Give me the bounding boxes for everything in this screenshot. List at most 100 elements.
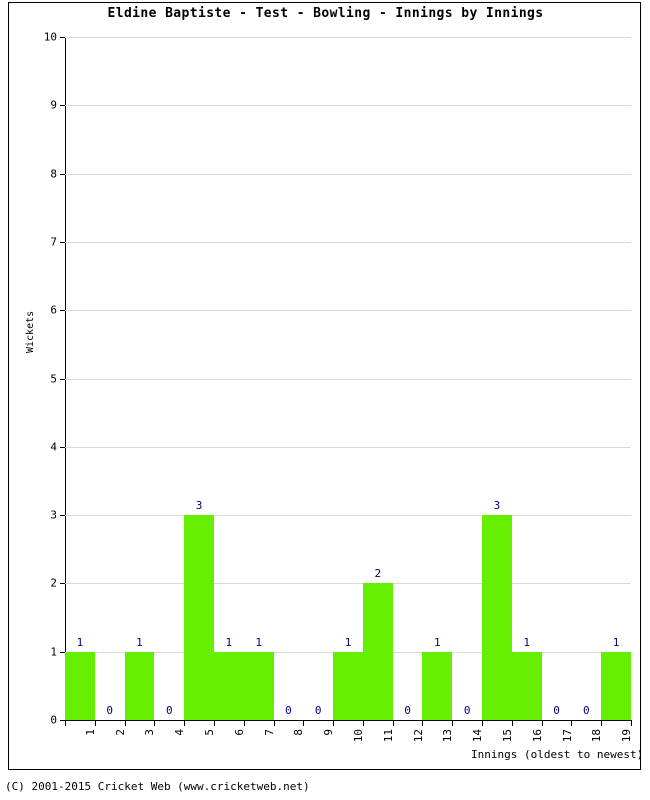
bar-value-label: 1 bbox=[523, 635, 531, 649]
x-tick-label: 4 bbox=[173, 729, 187, 736]
bar-value-label: 0 bbox=[583, 704, 590, 717]
x-tick-label: 3 bbox=[143, 729, 157, 736]
x-tick-label: 16 bbox=[530, 729, 544, 743]
y-tick-label: 3 bbox=[50, 508, 57, 522]
page-title: Eldine Baptiste - Test - Bowling - Innin… bbox=[107, 6, 544, 21]
x-tick-mark bbox=[482, 721, 484, 726]
y-tick-mark bbox=[60, 583, 65, 585]
chart-page: Eldine Baptiste - Test - Bowling - Innin… bbox=[0, 0, 650, 800]
bar-value-label: 0 bbox=[285, 704, 292, 717]
y-tick-mark bbox=[60, 515, 65, 517]
x-tick-label: 6 bbox=[232, 729, 246, 736]
x-tick-mark bbox=[333, 721, 335, 726]
bar bbox=[601, 651, 631, 720]
bar-value-label: 0 bbox=[404, 704, 411, 717]
x-tick-label: 15 bbox=[500, 729, 514, 743]
bar-value-label: 2 bbox=[374, 567, 382, 581]
bar bbox=[243, 651, 274, 720]
x-tick-mark bbox=[452, 721, 454, 726]
y-tick-label: 2 bbox=[50, 576, 57, 590]
bar-value-label: 3 bbox=[493, 499, 501, 513]
bar-value-label: 1 bbox=[434, 635, 441, 649]
x-tick-mark bbox=[392, 721, 394, 726]
y-tick-mark bbox=[60, 37, 65, 38]
bar-value-label: 0 bbox=[165, 704, 173, 717]
x-tick-label: 14 bbox=[471, 729, 485, 743]
x-tick-mark bbox=[422, 721, 424, 726]
bar-value-label: 1 bbox=[612, 635, 620, 649]
gridline bbox=[65, 37, 631, 38]
bar bbox=[333, 651, 363, 720]
y-tick-label: 6 bbox=[50, 303, 57, 317]
x-tick-label: 17 bbox=[560, 729, 574, 743]
gridline bbox=[65, 378, 631, 380]
y-tick-mark bbox=[60, 310, 65, 312]
bar bbox=[511, 651, 542, 720]
x-tick-mark bbox=[511, 721, 513, 726]
x-tick-label: 8 bbox=[292, 729, 306, 736]
bar bbox=[213, 651, 244, 720]
x-tick-label: 18 bbox=[590, 729, 604, 743]
x-tick-label: 1 bbox=[83, 729, 97, 736]
y-tick-label: 8 bbox=[50, 167, 57, 181]
bar-value-label: 1 bbox=[76, 635, 84, 649]
x-tick-mark bbox=[631, 721, 632, 726]
gridline bbox=[65, 446, 631, 448]
y-tick-label: 1 bbox=[50, 645, 57, 659]
y-tick-mark bbox=[60, 241, 65, 243]
bar-value-label: 0 bbox=[106, 704, 113, 717]
bar-value-label: 3 bbox=[195, 499, 203, 513]
bar-value-label: 0 bbox=[314, 704, 322, 717]
x-tick-mark bbox=[303, 721, 305, 726]
x-tick-mark bbox=[184, 721, 186, 726]
x-tick-label: 11 bbox=[381, 729, 395, 743]
bar bbox=[422, 651, 453, 720]
bar-value-label: 1 bbox=[344, 635, 352, 649]
x-tick-label: 12 bbox=[411, 729, 425, 743]
y-tick-mark bbox=[60, 173, 65, 175]
y-tick-label: 0 bbox=[50, 713, 57, 727]
bar bbox=[482, 515, 512, 720]
gridline bbox=[65, 105, 631, 107]
gridline bbox=[65, 241, 631, 243]
x-tick-mark bbox=[213, 721, 215, 726]
bar bbox=[184, 515, 214, 720]
y-tick-label: 10 bbox=[43, 30, 57, 44]
x-tick-mark bbox=[94, 721, 96, 726]
y-tick-label: 9 bbox=[50, 98, 57, 112]
plot-area: 0 1 2 3 4 5 6 7 8 9 10 1 0 1 0 3 1 1 0 0 1 2 0 1 0 3 1 0 0 1 bbox=[44, 31, 631, 727]
y-tick-label: 7 bbox=[50, 235, 57, 249]
x-tick-label: 10 bbox=[352, 729, 365, 743]
bar-value-label: 0 bbox=[463, 704, 471, 717]
bar-value-label: 1 bbox=[255, 635, 262, 649]
x-tick-mark bbox=[541, 721, 543, 726]
x-tick-mark bbox=[154, 721, 156, 726]
chart-frame: Eldine Baptiste - Test - Bowling - Innin… bbox=[8, 2, 643, 770]
x-tick-mark bbox=[362, 721, 364, 726]
bar-value-label: 1 bbox=[225, 635, 233, 649]
x-tick-mark bbox=[124, 721, 126, 726]
x-tick-label: 7 bbox=[262, 729, 276, 736]
bar bbox=[65, 651, 95, 720]
x-tick-label: 19 bbox=[620, 729, 634, 743]
y-tick-mark bbox=[60, 378, 65, 380]
x-tick-mark bbox=[65, 721, 66, 726]
footer-copyright: (C) 2001-2015 Cricket Web (www.cricketwe… bbox=[5, 780, 310, 793]
x-tick-label: 9 bbox=[322, 729, 336, 736]
x-axis-line bbox=[65, 720, 632, 721]
bar bbox=[124, 651, 155, 720]
x-tick-mark bbox=[571, 721, 573, 726]
gridline bbox=[65, 173, 631, 175]
gridline bbox=[65, 515, 631, 517]
x-tick-mark bbox=[601, 721, 603, 726]
x-tick-mark bbox=[273, 721, 275, 726]
gridline bbox=[65, 583, 631, 585]
x-tick-label: 13 bbox=[441, 729, 455, 743]
x-tick-mark bbox=[243, 721, 245, 726]
y-tick-label: 5 bbox=[50, 372, 57, 385]
bar-value-label: 1 bbox=[136, 635, 143, 649]
bar-value-label: 0 bbox=[553, 704, 560, 717]
bar bbox=[362, 583, 393, 720]
gridline bbox=[65, 310, 631, 312]
y-axis-title: Wickets bbox=[25, 310, 36, 353]
